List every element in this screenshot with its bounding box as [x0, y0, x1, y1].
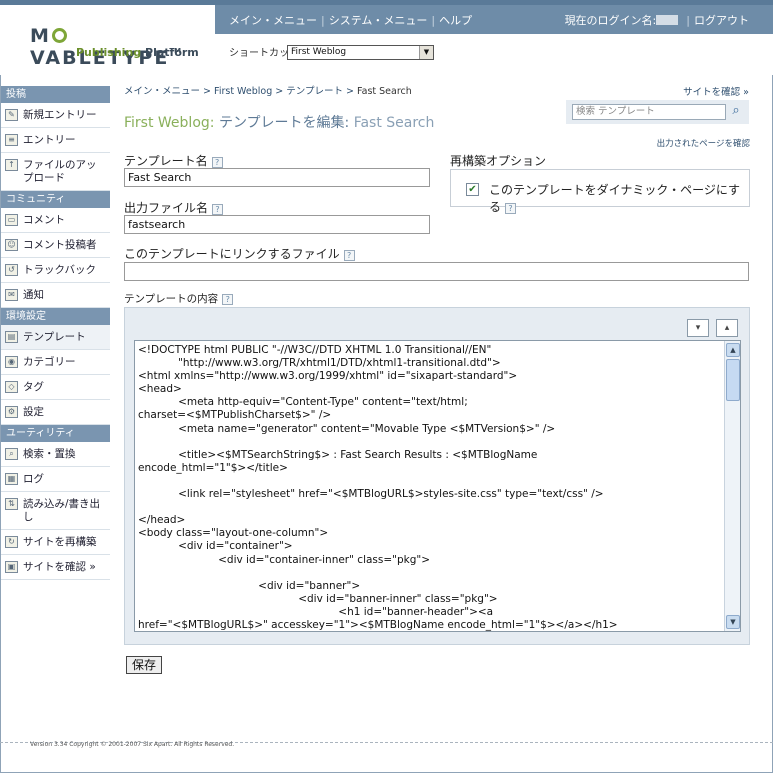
shrink-editor-icon[interactable]: ▾ [687, 319, 709, 337]
commenter-icon: ☺ [5, 239, 18, 251]
chevron-down-icon[interactable]: ▼ [419, 46, 433, 59]
template-icon: ▤ [5, 331, 18, 343]
scroll-thumb[interactable] [726, 359, 740, 401]
page-title: First Weblog: テンプレートを編集: Fast Search [124, 115, 435, 131]
vertical-scrollbar[interactable]: ▲ ▼ [724, 341, 740, 631]
footer-copyright: Version 3.34 Copyright © 2001-2007 Six A… [30, 741, 235, 748]
save-button[interactable]: 保存 [126, 656, 163, 674]
template-name-label: テンプレート名? [124, 152, 223, 169]
link-file-field[interactable] [124, 262, 749, 281]
sidebar: 投稿 ✎ 新規エントリー ≡ エントリー ↑ ファイルのアップロード コミュニティ ▭… [1, 86, 110, 580]
template-name-field[interactable]: Fast Search [124, 168, 430, 187]
link-file-label: このテンプレートにリンクするファイル? [124, 245, 355, 262]
sidebar-item-trackbacks[interactable]: ↺ トラックバック [1, 258, 110, 283]
sidebar-item-notifications[interactable]: ✉ 通知 [1, 283, 110, 308]
view-site-icon: ▣ [5, 561, 18, 573]
notification-icon: ✉ [5, 289, 18, 301]
shortcut-select[interactable]: First Weblog ▼ [287, 45, 434, 60]
new-entry-icon: ✎ [5, 109, 18, 121]
dynamic-page-label: このテンプレートをダイナミック・ページにする? [489, 183, 741, 214]
sidebar-item-tags[interactable]: ◇ タグ [1, 375, 110, 400]
upload-icon: ↑ [5, 159, 18, 171]
output-file-field[interactable]: fastsearch [124, 215, 430, 234]
system-menu-link[interactable]: システム・メニュー [329, 14, 428, 27]
sidebar-item-comments[interactable]: ▭ コメント [1, 208, 110, 233]
scroll-up-icon[interactable]: ▲ [726, 343, 740, 357]
breadcrumb-current: Fast Search [357, 86, 412, 97]
main-menu-link[interactable]: メイン・メニュー [229, 14, 317, 27]
breadcrumb-blog[interactable]: First Weblog [214, 86, 272, 97]
entries-icon: ≡ [5, 134, 18, 146]
logo-tagline: Publishing Platform [76, 46, 199, 59]
rebuild-icon: ↻ [5, 536, 18, 548]
import-export-icon: ⇅ [5, 498, 18, 510]
expand-editor-icon[interactable]: ▴ [716, 319, 738, 337]
logout-link[interactable]: ログアウト [694, 14, 749, 27]
search-icon[interactable]: ⌕ [728, 103, 744, 119]
sidebar-item-view-site[interactable]: ▣ サイトを確認 » [1, 555, 110, 580]
tag-icon: ◇ [5, 381, 18, 393]
template-editor-box: ▾ ▴ <!DOCTYPE html PUBLIC "-//W3C//DTD X… [124, 307, 750, 645]
sidebar-item-import-export[interactable]: ⇅ 読み込み/書き出し [1, 492, 110, 530]
sidebar-item-search-replace[interactable]: ⌕ 検索・置換 [1, 442, 110, 467]
sidebar-item-templates[interactable]: ▤ テンプレート [1, 325, 110, 350]
template-content-label: テンプレートの内容? [124, 291, 234, 306]
sidebar-section-title: コミュニティ [1, 191, 110, 208]
logo-ring-icon [51, 28, 67, 43]
sidebar-item-commenters[interactable]: ☺ コメント投稿者 [1, 233, 110, 258]
sidebar-section-title: 投稿 [1, 86, 110, 103]
settings-icon: ⚙ [5, 406, 18, 418]
search-icon: ⌕ [5, 448, 18, 460]
breadcrumb-templates[interactable]: テンプレート [286, 86, 343, 97]
breadcrumb: メイン・メニュー > First Weblog > テンプレート > Fast … [124, 86, 412, 97]
logo[interactable]: MVABLETYPETM Publishing Platform [0, 5, 215, 75]
help-icon[interactable]: ? [222, 294, 234, 305]
help-icon[interactable]: ? [505, 203, 517, 214]
help-icon[interactable]: ? [343, 250, 355, 261]
sidebar-item-settings[interactable]: ⚙ 設定 [1, 400, 110, 425]
help-link[interactable]: ヘルプ [439, 14, 472, 27]
template-code: <!DOCTYPE html PUBLIC "-//W3C//DTD XHTML… [138, 344, 618, 631]
sidebar-item-entries[interactable]: ≡ エントリー [1, 128, 110, 153]
rebuild-options-label: 再構築オプション [450, 154, 547, 168]
rebuild-options-box: ✔ このテンプレートをダイナミック・ページにする? [450, 169, 750, 214]
trackback-icon: ↺ [5, 264, 18, 276]
login-label: 現在のログイン名: [564, 14, 657, 27]
sidebar-item-new-entry[interactable]: ✎ 新規エントリー [1, 103, 110, 128]
sidebar-section-title: ユーティリティ [1, 425, 110, 442]
view-published-link[interactable]: 出力されたページを確認 [657, 137, 750, 149]
scroll-down-icon[interactable]: ▼ [726, 615, 740, 629]
log-icon: ▦ [5, 473, 18, 485]
sidebar-item-log[interactable]: ▦ ログ [1, 467, 110, 492]
help-icon[interactable]: ? [211, 157, 223, 168]
template-content-textarea[interactable]: <!DOCTYPE html PUBLIC "-//W3C//DTD XHTML… [134, 340, 741, 632]
sidebar-item-upload[interactable]: ↑ ファイルのアップロード [1, 153, 110, 191]
sidebar-item-categories[interactable]: ◉ カテゴリー [1, 350, 110, 375]
top-navbar: メイン・メニュー | システム・メニュー | ヘルプ 現在のログイン名: | ログアウト [215, 5, 773, 34]
breadcrumb-main-menu[interactable]: メイン・メニュー [124, 86, 200, 97]
sidebar-item-rebuild[interactable]: ↻ サイトを再構築 [1, 530, 110, 555]
search-input[interactable]: 検索 テンプレート [572, 104, 726, 120]
category-icon: ◉ [5, 356, 18, 368]
comment-icon: ▭ [5, 214, 18, 226]
search-box: 検索 テンプレート ⌕ [566, 100, 749, 124]
view-site-link[interactable]: サイトを確認 » [683, 84, 749, 98]
help-icon[interactable]: ? [212, 204, 224, 215]
user-name [656, 15, 679, 25]
output-file-label: 出力ファイル名? [124, 199, 224, 216]
dynamic-page-checkbox[interactable]: ✔ [466, 183, 479, 196]
sidebar-section-title: 環境設定 [1, 308, 110, 325]
